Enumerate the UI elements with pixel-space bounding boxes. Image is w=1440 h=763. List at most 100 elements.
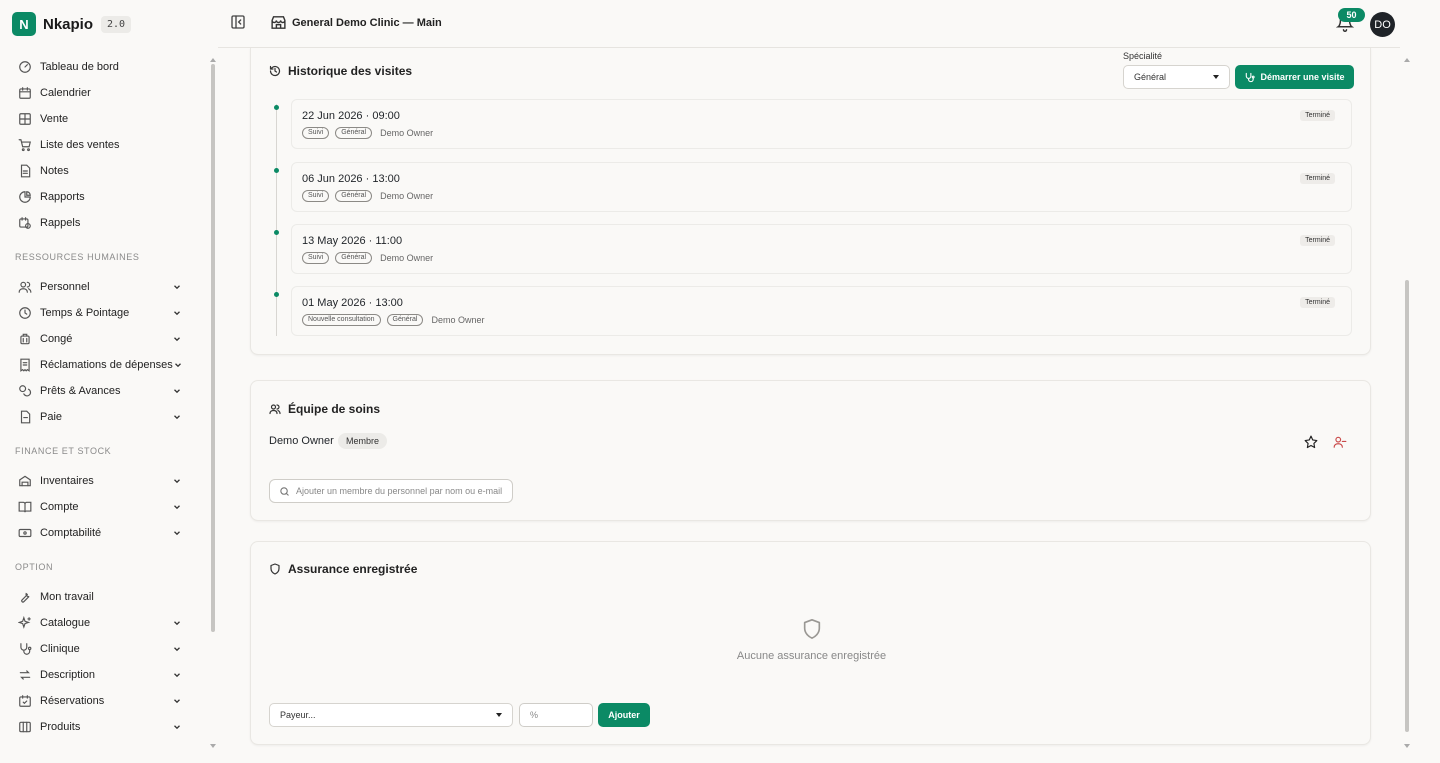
sidebar-scroll-thumb[interactable] [211, 64, 215, 632]
caret-down-icon [496, 713, 502, 717]
sidebar-item-label: Notes [40, 165, 69, 177]
timeline-line [276, 104, 277, 336]
member-name: Demo Owner [269, 435, 334, 447]
sidebar-item-catalogue[interactable]: Catalogue [0, 610, 200, 636]
scroll-up-arrow[interactable] [1404, 58, 1410, 62]
sidebar-item-personnel[interactable]: Personnel [0, 274, 200, 300]
sidebar-item-inventaires[interactable]: Inventaires [0, 468, 200, 494]
specialty-value: Général [1134, 72, 1167, 82]
sidebar-item-label: Compte [40, 501, 79, 513]
stethoscope-icon [20, 643, 32, 655]
store-icon [271, 16, 286, 29]
payer-select[interactable]: Payeur... [269, 703, 513, 727]
sidebar-item-notes[interactable]: Notes [0, 158, 200, 184]
scroll-down-arrow[interactable] [1404, 744, 1410, 748]
chevron-down-icon [174, 415, 180, 420]
chevron-down-icon [174, 311, 180, 316]
banknote-icon [18, 528, 32, 538]
add-staff-input[interactable] [296, 486, 506, 496]
sidebar-item-label: Prêts & Avances [40, 385, 121, 397]
sidebar-item-label: Tableau de bord [40, 61, 119, 73]
visit-meta: Nouvelle consultation Général Demo Owner [302, 314, 484, 326]
brand[interactable]: N Nkapio 2.0 [12, 12, 132, 36]
visit-row[interactable]: 13 May 2026 · 11:00 Suivi Général Demo O… [291, 224, 1352, 274]
sidebar-item-conge[interactable]: Congé [0, 326, 200, 352]
sidebar-item-calendrier[interactable]: Calendrier [0, 80, 200, 106]
payer-placeholder: Payeur... [280, 710, 316, 720]
gauge-icon [19, 61, 31, 73]
start-visit-button[interactable]: Démarrer une visite [1235, 65, 1354, 89]
visit-specialty-tag: Général [386, 314, 424, 326]
grid-icon [19, 113, 31, 125]
luggage-icon [20, 333, 30, 345]
care-team-heading: Équipe de soins [288, 402, 381, 416]
sidebar-item-reclamations[interactable]: Réclamations de dépenses [0, 352, 200, 378]
sidebar-item-temps-pointage[interactable]: Temps & Pointage [0, 300, 200, 326]
sidebar-item-clinique[interactable]: Clinique [0, 636, 200, 662]
visit-date: 06 Jun 2026 · 13:00 [302, 173, 400, 185]
sidebar-item-paie[interactable]: Paie [0, 404, 200, 430]
app-logo: N [12, 12, 36, 36]
visit-history-heading: Historique des visites [288, 64, 413, 78]
visit-type-tag: Suivi [302, 252, 330, 264]
visit-owner: Demo Owner [380, 191, 434, 201]
sidebar-scrollbar[interactable] [208, 58, 218, 748]
visit-specialty-tag: Général [335, 190, 373, 202]
visit-row[interactable]: 22 Jun 2026 · 09:00 Suivi Général Demo O… [291, 99, 1352, 149]
scroll-up-arrow[interactable] [210, 58, 216, 62]
add-insurance-button[interactable]: Ajouter [598, 703, 650, 727]
sidebar-item-reservations[interactable]: Réservations [0, 688, 200, 714]
sidebar-item-rapports[interactable]: Rapports [0, 184, 200, 210]
coins-icon [19, 385, 32, 397]
sidebar-item-compte[interactable]: Compte [0, 494, 200, 520]
chevron-down-icon [174, 479, 180, 484]
remove-user-icon[interactable] [1333, 435, 1347, 449]
insurance-heading: Assurance enregistrée [288, 562, 418, 576]
sidebar-item-rappels[interactable]: Rappels [0, 210, 200, 236]
main-scroll-thumb[interactable] [1405, 280, 1409, 732]
app-name: Nkapio [43, 15, 94, 33]
sidebar: N Nkapio 2.0 Tableau de bord Calendrier … [0, 0, 208, 763]
sidebar-item-label: Produits [40, 721, 81, 733]
sidebar-item-description[interactable]: Description [0, 662, 200, 688]
visit-history-title: Historique des visites [269, 64, 412, 78]
clinic-selector[interactable]: General Demo Clinic — Main [270, 14, 442, 31]
visit-row[interactable]: 01 May 2026 · 13:00 Nouvelle consultatio… [291, 286, 1352, 336]
sidebar-item-vente[interactable]: Vente [0, 106, 200, 132]
sidebar-item-liste-des-ventes[interactable]: Liste des ventes [0, 132, 200, 158]
scroll-down-arrow[interactable] [210, 744, 216, 748]
avatar[interactable]: DO [1370, 12, 1395, 37]
sidebar-item-mon-travail[interactable]: Mon travail [0, 584, 200, 610]
sidebar-item-label: Clinique [40, 643, 80, 655]
care-team-card: Équipe de soins Demo Owner Membre [250, 380, 1371, 521]
sidebar-item-produits[interactable]: Produits [0, 714, 200, 740]
sidebar-item-label: Personnel [40, 281, 90, 293]
calendar-icon [19, 87, 31, 99]
sidebar-item-prets-avances[interactable]: Prêts & Avances [0, 378, 200, 404]
sidebar-item-comptabilite[interactable]: Comptabilité [0, 520, 200, 546]
main-scrollbar[interactable] [1402, 58, 1412, 748]
sidebar-item-label: Inventaires [40, 475, 94, 487]
star-icon[interactable] [1304, 435, 1318, 449]
visit-date: 13 May 2026 · 11:00 [302, 235, 403, 247]
sidebar-item-tableau-de-bord[interactable]: Tableau de bord [0, 54, 200, 80]
notification-count-badge: 50 [1338, 8, 1365, 22]
stethoscope-icon [1246, 72, 1256, 82]
percent-input[interactable] [519, 703, 593, 727]
visit-row[interactable]: 06 Jun 2026 · 13:00 Suivi Général Demo O… [291, 162, 1352, 212]
visit-date: 01 May 2026 · 13:00 [302, 297, 403, 309]
empty-state-text: Aucune assurance enregistrée [736, 650, 887, 662]
sidebar-item-label: Catalogue [40, 617, 91, 629]
chevron-down-icon [174, 531, 180, 536]
section-title-finance-et-stock: FINANCE ET STOCK [15, 446, 112, 456]
visit-meta: Suivi Général Demo Owner [302, 190, 433, 202]
status-badge: Terminé [1300, 110, 1335, 121]
visit-date: 22 Jun 2026 · 09:00 [302, 110, 400, 122]
specialty-select[interactable]: Général [1123, 65, 1230, 89]
wrench-icon [21, 592, 30, 603]
sidebar-item-label: Rapports [40, 191, 85, 203]
chevron-down-icon [174, 505, 180, 510]
add-staff-search[interactable] [269, 479, 513, 503]
sidebar-toggle-icon[interactable] [230, 14, 246, 30]
shield-icon [270, 563, 280, 575]
